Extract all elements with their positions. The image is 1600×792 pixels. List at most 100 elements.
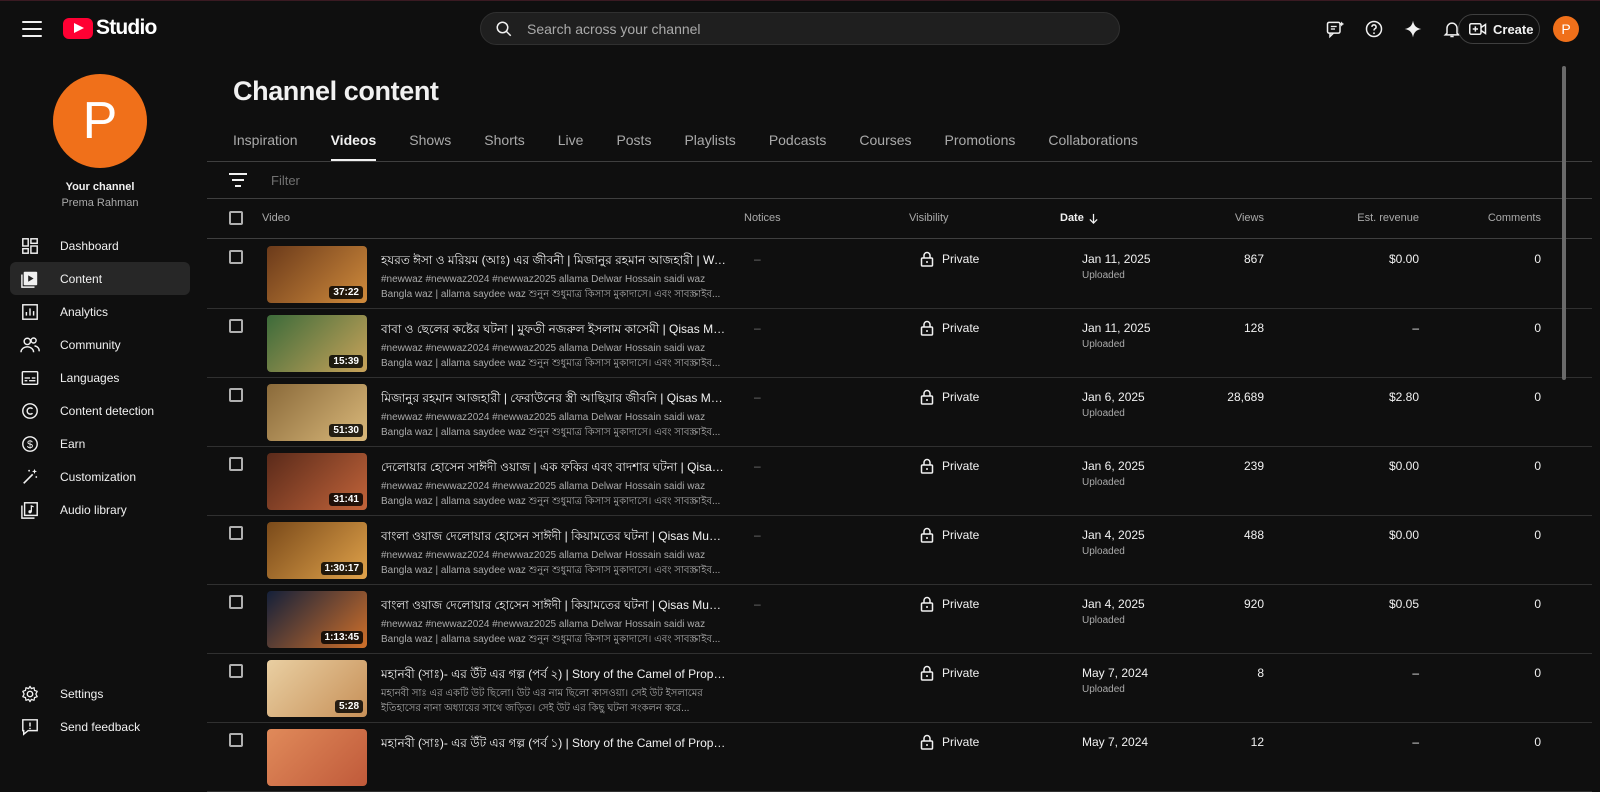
- visibility-dropdown[interactable]: Private: [920, 389, 979, 405]
- studio-logo[interactable]: Studio: [63, 16, 157, 40]
- video-title[interactable]: বাংলা ওয়াজ দেলোয়ার হোসেন সাঈদী | কিয়া…: [381, 597, 727, 617]
- sparkle-icon[interactable]: [1400, 16, 1426, 42]
- tab-courses[interactable]: Courses: [859, 132, 911, 161]
- sidebar-item-customization[interactable]: Customization: [10, 460, 190, 493]
- channel-name: Prema Rahman: [61, 197, 139, 209]
- row-checkbox[interactable]: [229, 595, 243, 609]
- video-title[interactable]: মহানবী (সাঃ)- এর উঁট এর গল্প (পর্ব ১) | …: [381, 735, 727, 755]
- row-checkbox[interactable]: [229, 664, 243, 678]
- analytics-icon: [20, 302, 40, 322]
- views-value: 28,689: [1227, 390, 1264, 404]
- header-comments[interactable]: Comments: [1457, 212, 1541, 224]
- video-thumbnail[interactable]: 31:41: [267, 453, 367, 510]
- video-thumbnail[interactable]: 51:30: [267, 384, 367, 441]
- table-row[interactable]: 51:30 মিজানুর রহমান আজহারী | ফেরাউনের স্…: [207, 378, 1592, 447]
- video-title[interactable]: বাবা ও ছেলের কষ্টের ঘটনা | মুফতী নজরুল ই…: [381, 321, 727, 341]
- table-row[interactable]: 31:41 দেলোয়ার হোসেন সাঈদী ওয়াজ | এক ফক…: [207, 447, 1592, 516]
- table-row[interactable]: 5:28 মহানবী (সাঃ)- এর উঁট এর গল্প (পর্ব …: [207, 654, 1592, 723]
- sidebar-item-content[interactable]: Content: [10, 262, 190, 295]
- tab-live[interactable]: Live: [558, 132, 584, 161]
- tab-posts[interactable]: Posts: [616, 132, 651, 161]
- visibility-value: Private: [942, 459, 980, 473]
- notice-value: –: [754, 321, 761, 335]
- tab-shows[interactable]: Shows: [409, 132, 451, 161]
- tab-videos[interactable]: Videos: [330, 132, 377, 161]
- visibility-value: Private: [942, 321, 980, 335]
- lock-icon: [920, 251, 934, 267]
- lock-icon: [920, 527, 934, 543]
- video-thumbnail[interactable]: 15:39: [267, 315, 367, 372]
- sidebar-item-community[interactable]: Community: [10, 328, 190, 361]
- help-icon[interactable]: [1361, 16, 1387, 42]
- search-input[interactable]: [527, 20, 1087, 37]
- visibility-dropdown[interactable]: Private: [920, 527, 979, 543]
- table-row[interactable]: 15:39 বাবা ও ছেলের কষ্টের ঘটনা | মুফতী ন…: [207, 309, 1592, 378]
- tab-playlists[interactable]: Playlists: [684, 132, 735, 161]
- table-row[interactable]: 1:13:45 বাংলা ওয়াজ দেলোয়ার হোসেন সাঈদী…: [207, 585, 1592, 654]
- video-title[interactable]: দেলোয়ার হোসেন সাঈদী ওয়াজ | এক ফকির এবং…: [381, 459, 727, 479]
- video-title[interactable]: বাংলা ওয়াজ দেলোয়ার হোসেন সাঈদী | কিয়া…: [381, 528, 727, 548]
- video-thumbnail[interactable]: 37:22: [267, 246, 367, 303]
- tab-podcasts[interactable]: Podcasts: [769, 132, 827, 161]
- visibility-dropdown[interactable]: Private: [920, 251, 979, 267]
- visibility-dropdown[interactable]: Private: [920, 734, 979, 750]
- video-thumbnail[interactable]: 1:13:45: [267, 591, 367, 648]
- tab-inspiration[interactable]: Inspiration: [233, 132, 298, 161]
- video-title[interactable]: হযরত ঈসা ও মরিয়ম (আঃ) এর জীবনী | মিজানু…: [381, 252, 727, 272]
- filter-input[interactable]: [271, 172, 871, 188]
- visibility-dropdown[interactable]: Private: [920, 665, 979, 681]
- header-date[interactable]: Date: [1060, 212, 1099, 224]
- video-thumbnail[interactable]: [267, 729, 367, 786]
- views-value: 12: [1250, 735, 1264, 749]
- revenue-value: –: [1412, 321, 1419, 335]
- sidebar-item-earn[interactable]: $ Earn: [10, 427, 190, 460]
- sidebar-item-content-detection[interactable]: Content detection: [10, 394, 190, 427]
- magic-wand-icon: [20, 467, 40, 487]
- create-button[interactable]: Create: [1458, 14, 1540, 44]
- messages-icon[interactable]: [1322, 16, 1348, 42]
- video-title[interactable]: মিজানুর রহমান আজহারী | ফেরাউনের স্ত্রী আ…: [381, 390, 727, 410]
- header-revenue[interactable]: Est. revenue: [1337, 212, 1419, 224]
- audio-library-icon: [20, 500, 40, 520]
- table-row[interactable]: 1:30:17 বাংলা ওয়াজ দেলোয়ার হোসেন সাঈদী…: [207, 516, 1592, 585]
- comments-value: 0: [1534, 597, 1541, 611]
- sidebar-item-settings[interactable]: Settings: [10, 677, 190, 710]
- row-checkbox[interactable]: [229, 388, 243, 402]
- account-avatar[interactable]: P: [1553, 16, 1579, 42]
- visibility-value: Private: [942, 252, 980, 266]
- notice-value: –: [754, 459, 761, 473]
- scrollbar[interactable]: [1562, 66, 1566, 380]
- row-checkbox[interactable]: [229, 733, 243, 747]
- row-checkbox[interactable]: [229, 526, 243, 540]
- video-title[interactable]: মহানবী (সাঃ)- এর উঁট এর গল্প (পর্ব ২) | …: [381, 666, 727, 686]
- row-checkbox[interactable]: [229, 457, 243, 471]
- menu-icon[interactable]: [20, 18, 44, 40]
- header-video: Video: [262, 212, 290, 224]
- tab-shorts[interactable]: Shorts: [484, 132, 524, 161]
- table-row[interactable]: 37:22 হযরত ঈসা ও মরিয়ম (আঃ) এর জীবনী | …: [207, 240, 1592, 309]
- visibility-dropdown[interactable]: Private: [920, 320, 979, 336]
- row-checkbox[interactable]: [229, 319, 243, 333]
- dollar-icon: $: [20, 434, 40, 454]
- sidebar-item-label: Settings: [60, 686, 104, 701]
- channel-avatar[interactable]: P: [53, 74, 147, 168]
- select-all-checkbox[interactable]: [229, 211, 243, 225]
- sidebar-item-dashboard[interactable]: Dashboard: [10, 229, 190, 262]
- row-checkbox[interactable]: [229, 250, 243, 264]
- visibility-dropdown[interactable]: Private: [920, 596, 979, 612]
- filter-icon[interactable]: [228, 172, 248, 188]
- video-thumbnail[interactable]: 1:30:17: [267, 522, 367, 579]
- header-views[interactable]: Views: [1207, 212, 1264, 224]
- visibility-dropdown[interactable]: Private: [920, 458, 979, 474]
- search-bar[interactable]: [480, 12, 1120, 45]
- tab-collaborations[interactable]: Collaborations: [1048, 132, 1138, 161]
- your-channel-label: Your channel: [65, 181, 135, 193]
- tab-promotions[interactable]: Promotions: [945, 132, 1016, 161]
- video-thumbnail[interactable]: 5:28: [267, 660, 367, 717]
- sidebar-item-languages[interactable]: Languages: [10, 361, 190, 394]
- sidebar-item-audio-library[interactable]: Audio library: [10, 493, 190, 526]
- sidebar-item-send-feedback[interactable]: Send feedback: [10, 710, 190, 743]
- sidebar-item-analytics[interactable]: Analytics: [10, 295, 190, 328]
- create-label: Create: [1493, 21, 1534, 37]
- table-row[interactable]: মহানবী (সাঃ)- এর উঁট এর গল্প (পর্ব ১) | …: [207, 723, 1592, 792]
